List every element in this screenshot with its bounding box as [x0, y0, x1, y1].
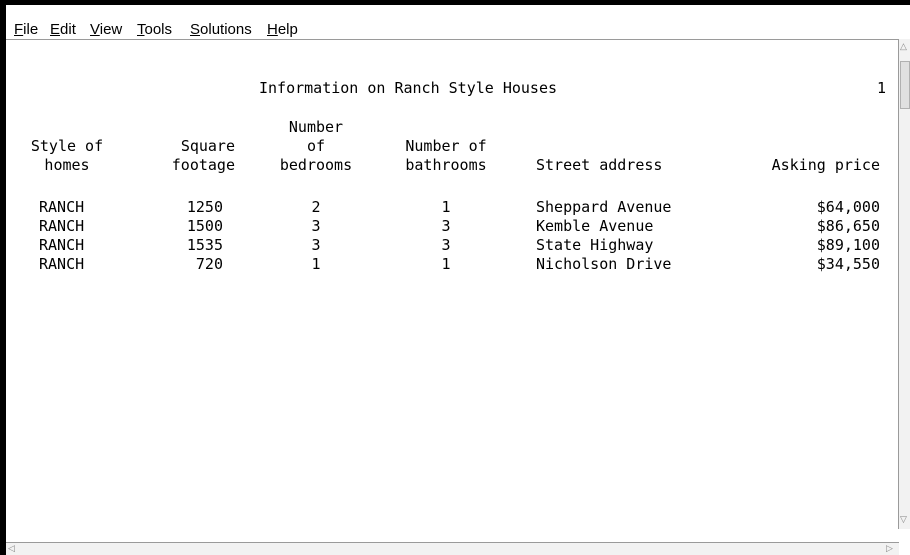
cell-bedrooms: 1 — [311, 255, 321, 273]
cell-bedrooms: 3 — [311, 236, 321, 254]
output-window: File Edit View Tools Solutions Help Info… — [6, 5, 910, 555]
menu-file[interactable]: File — [14, 21, 38, 38]
cell-street: Nicholson Drive — [536, 255, 672, 273]
header-bath-line2: bathrooms — [405, 156, 487, 174]
header-bed-line2: of — [306, 137, 326, 155]
cell-sqft: 720 — [195, 255, 223, 273]
scroll-left-icon[interactable]: ◁ — [8, 544, 15, 553]
page-number: 1 — [876, 79, 886, 97]
report-output: Information on Ranch Style Houses 1 Styl… — [6, 41, 899, 529]
menu-edit[interactable]: Edit — [50, 21, 76, 38]
header-style-line1: Style of — [30, 137, 104, 155]
cell-style: RANCH — [39, 198, 85, 216]
cell-sqft: 1250 — [186, 198, 223, 216]
cell-style: RANCH — [39, 255, 85, 273]
vertical-scrollbar[interactable]: △ ▽ — [898, 39, 910, 529]
cell-street: State Highway — [536, 236, 654, 254]
scroll-down-icon[interactable]: ▽ — [900, 515, 907, 524]
menu-tools[interactable]: Tools — [137, 21, 172, 38]
menu-solutions[interactable]: Solutions — [190, 21, 252, 38]
header-bed-line1: Number — [288, 118, 344, 136]
vertical-scroll-thumb[interactable] — [900, 61, 910, 109]
header-bed-line3: bedrooms — [279, 156, 353, 174]
scroll-up-icon[interactable]: △ — [900, 42, 907, 51]
cell-street: Kemble Avenue — [536, 217, 654, 235]
cell-bedrooms: 2 — [311, 198, 321, 216]
menu-view[interactable]: View — [90, 21, 122, 38]
cell-style: RANCH — [39, 236, 85, 254]
header-bath-line1: Number of — [405, 137, 487, 155]
cell-price: $89,100 — [816, 236, 880, 254]
cell-bedrooms: 3 — [311, 217, 321, 235]
cell-bathrooms: 3 — [441, 217, 451, 235]
cell-street: Sheppard Avenue — [536, 198, 672, 216]
scroll-right-icon[interactable]: ▷ — [886, 544, 893, 553]
menu-bar: File Edit View Tools Solutions Help — [6, 5, 910, 40]
header-sqft-line2: footage — [171, 156, 235, 174]
cell-bathrooms: 1 — [441, 198, 451, 216]
header-style-line2: homes — [44, 156, 90, 174]
cell-sqft: 1535 — [186, 236, 223, 254]
header-sqft-line1: Square — [180, 137, 235, 155]
header-street: Street address — [536, 156, 663, 174]
cell-price: $34,550 — [816, 255, 880, 273]
header-price: Asking price — [771, 156, 880, 174]
cell-price: $64,000 — [816, 198, 880, 216]
cell-sqft: 1500 — [186, 217, 223, 235]
menu-help[interactable]: Help — [267, 21, 298, 38]
report-title: Information on Ranch Style Houses — [259, 79, 558, 97]
cell-style: RANCH — [39, 217, 85, 235]
cell-bathrooms: 3 — [441, 236, 451, 254]
cell-bathrooms: 1 — [441, 255, 451, 273]
horizontal-scrollbar[interactable]: ◁ ▷ — [6, 542, 899, 555]
cell-price: $86,650 — [816, 217, 880, 235]
